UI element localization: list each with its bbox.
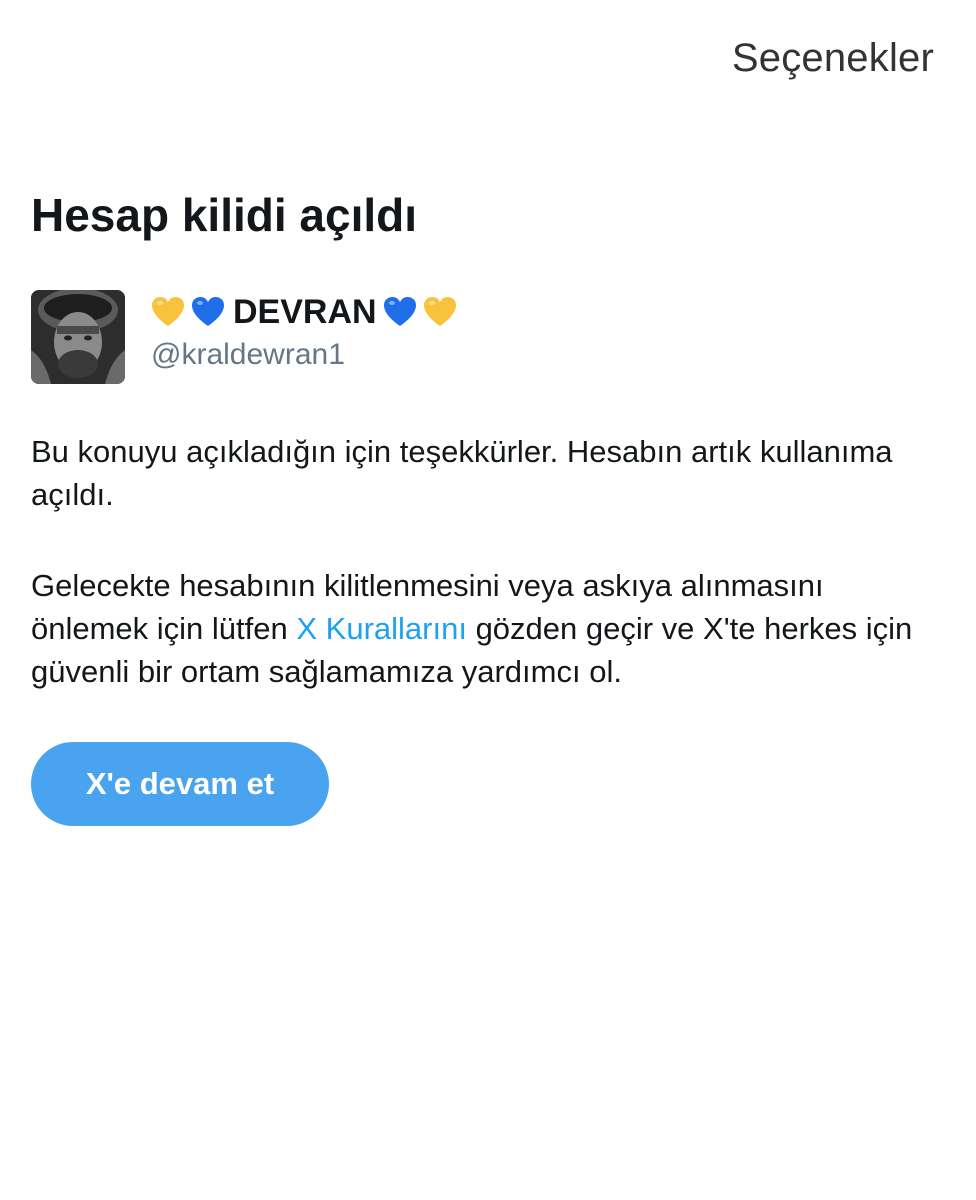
blue-heart-icon xyxy=(191,295,225,329)
rules-message: Gelecekte hesabının kilitlenmesini veya … xyxy=(31,564,931,693)
continue-to-x-button[interactable]: X'e devam et xyxy=(31,742,329,826)
options-link[interactable]: Seçenekler xyxy=(732,36,934,81)
user-handle: @kraldewran1 xyxy=(151,338,345,371)
page-title: Hesap kilidi açıldı xyxy=(31,189,418,241)
yellow-heart-icon xyxy=(423,295,457,329)
blue-heart-icon xyxy=(383,295,417,329)
x-rules-link[interactable]: X Kurallarını xyxy=(296,611,467,646)
profile-card: DEVRAN @kraldewran1 xyxy=(31,290,463,384)
display-name: DEVRAN xyxy=(151,290,463,334)
display-name-text: DEVRAN xyxy=(233,292,377,331)
unlock-message: Bu konuyu açıkladığın için teşekkürler. … xyxy=(31,434,893,512)
yellow-heart-icon xyxy=(151,295,185,329)
avatar[interactable] xyxy=(31,290,125,384)
